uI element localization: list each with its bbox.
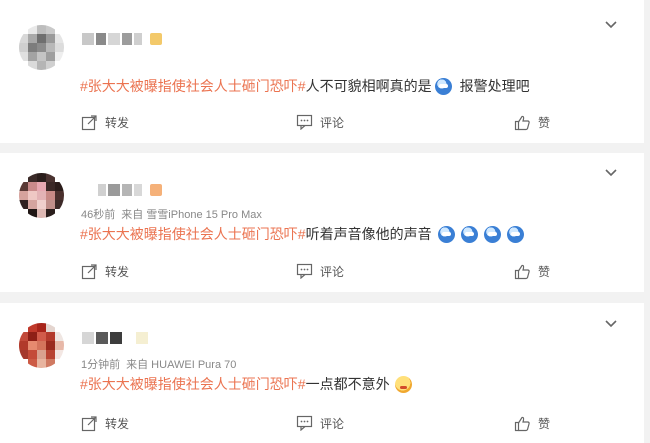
comment-button[interactable]: 评论 xyxy=(296,112,344,132)
like-icon xyxy=(514,115,530,130)
topic-link[interactable]: #张大大被曝指使社会人士砸门恐吓# xyxy=(80,224,306,244)
like-button[interactable]: 赞 xyxy=(514,112,550,132)
vip-badge-icon xyxy=(150,184,162,196)
comment-icon xyxy=(296,415,313,431)
comment-button[interactable]: 评论 xyxy=(296,261,344,281)
avatar[interactable] xyxy=(19,323,64,368)
like-icon xyxy=(514,264,530,279)
action-bar: 转发 评论 赞 xyxy=(0,413,644,433)
comment-text: #张大大被曝指使社会人士砸门恐吓# 人不可貌相啊真的是 报警处理吧 xyxy=(80,76,530,96)
doge-blue-emoji xyxy=(506,225,524,243)
doge-blue-emoji xyxy=(483,225,501,243)
comment-source: 来自 HUAWEI Pura 70 xyxy=(126,359,237,371)
comment-icon xyxy=(296,114,313,130)
like-button[interactable]: 赞 xyxy=(514,413,550,433)
forward-button[interactable]: 转发 xyxy=(81,261,129,281)
forward-icon xyxy=(81,415,97,431)
forward-button[interactable]: 转发 xyxy=(81,413,129,433)
username-redacted[interactable] xyxy=(82,329,148,347)
doge-blue-emoji xyxy=(460,225,478,243)
comment-icon xyxy=(296,263,313,279)
comment-button[interactable]: 评论 xyxy=(296,413,344,433)
comment-meta: 46秒前 来自 雪雪iPhone 15 Pro Max xyxy=(81,206,262,222)
like-button[interactable]: 赞 xyxy=(514,261,550,281)
doge-blue-emoji xyxy=(437,225,455,243)
avatar[interactable] xyxy=(19,173,64,218)
comment-time: 46秒前 xyxy=(81,209,116,221)
comment-card: #张大大被曝指使社会人士砸门恐吓# 人不可貌相啊真的是 报警处理吧 转发 评论 … xyxy=(0,0,644,143)
thinking-yellow-emoji xyxy=(394,375,412,393)
chevron-down-icon[interactable] xyxy=(604,168,618,178)
forward-button[interactable]: 转发 xyxy=(81,112,129,132)
comment-card: 1分钟前 来自 HUAWEI Pura 70 #张大大被曝指使社会人士砸门恐吓# … xyxy=(0,303,644,443)
comment-text: #张大大被曝指使社会人士砸门恐吓# 一点都不意外 xyxy=(80,374,412,394)
topic-link[interactable]: #张大大被曝指使社会人士砸门恐吓# xyxy=(80,76,306,96)
vip-badge-icon xyxy=(150,33,162,45)
username-redacted[interactable] xyxy=(82,30,162,48)
username-redacted[interactable] xyxy=(82,181,162,199)
avatar[interactable] xyxy=(19,25,64,70)
action-bar: 转发 评论 赞 xyxy=(0,112,644,132)
comment-meta: 1分钟前 来自 HUAWEI Pura 70 xyxy=(81,356,236,372)
forward-icon xyxy=(81,114,97,130)
chevron-down-icon[interactable] xyxy=(604,319,618,329)
forward-icon xyxy=(81,263,97,279)
chevron-down-icon[interactable] xyxy=(604,20,618,30)
topic-link[interactable]: #张大大被曝指使社会人士砸门恐吓# xyxy=(80,374,306,394)
comment-text: #张大大被曝指使社会人士砸门恐吓# 听着声音像他的声音 xyxy=(80,224,524,244)
like-icon xyxy=(514,416,530,431)
comment-card: 46秒前 来自 雪雪iPhone 15 Pro Max #张大大被曝指使社会人士砸… xyxy=(0,153,644,292)
comment-source: 来自 雪雪iPhone 15 Pro Max xyxy=(121,209,262,221)
comment-time: 1分钟前 xyxy=(81,359,121,371)
action-bar: 转发 评论 赞 xyxy=(0,261,644,281)
doge-blue-emoji xyxy=(434,77,452,95)
